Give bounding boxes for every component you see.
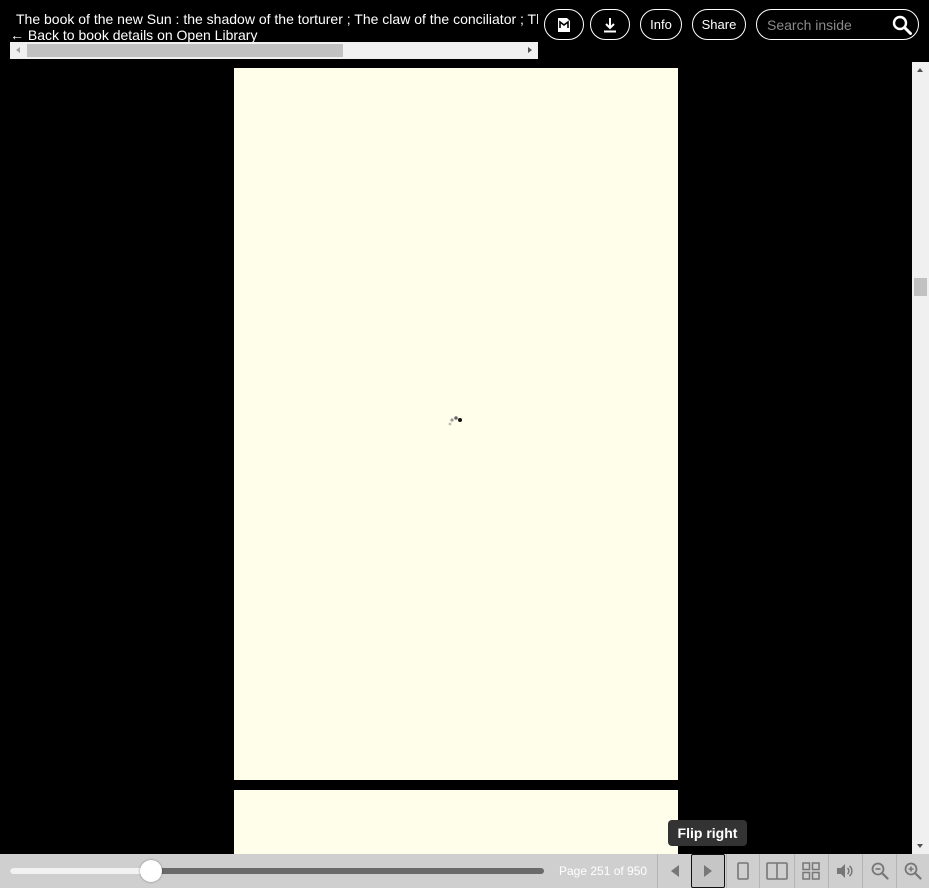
horizontal-scrollbar-thumb[interactable]: [27, 44, 343, 57]
vertical-scrollbar[interactable]: [912, 62, 929, 854]
read-aloud-icon: [837, 864, 853, 878]
download-icon: [604, 17, 616, 32]
page-number-label: Page 251 of 950: [559, 864, 648, 878]
scroll-left-arrow-icon[interactable]: [10, 42, 27, 59]
scroll-right-arrow-icon[interactable]: [521, 42, 538, 59]
flip-left-icon: [671, 865, 679, 877]
two-page-view-button[interactable]: [760, 854, 794, 888]
back-to-book-details-link[interactable]: ← Back to book details on Open Library: [10, 27, 257, 43]
zoom-in-button[interactable]: [896, 854, 929, 888]
scroll-down-arrow-icon[interactable]: [912, 837, 929, 854]
search-icon[interactable]: [892, 15, 912, 35]
search-input[interactable]: [767, 15, 885, 35]
flip-right-tooltip: Flip right: [668, 820, 747, 846]
page-slider-progress: [10, 868, 152, 874]
flip-left-button[interactable]: [658, 854, 692, 888]
read-aloud-button[interactable]: [828, 854, 862, 888]
horizontal-scrollbar[interactable]: [10, 42, 538, 59]
info-button[interactable]: Info: [640, 9, 682, 40]
download-button[interactable]: [590, 9, 630, 40]
zoom-out-icon: [871, 862, 889, 880]
thumbnail-view-button[interactable]: [794, 854, 828, 888]
flip-right-button[interactable]: [691, 854, 725, 888]
reader-toolbar: Page 251 of 950: [0, 854, 929, 888]
search-inside-box[interactable]: [756, 9, 919, 40]
vertical-scrollbar-thumb[interactable]: [914, 278, 927, 296]
header-title-area: The book of the new Sun : the shadow of …: [10, 8, 538, 59]
book-page-next[interactable]: [234, 790, 678, 854]
two-page-view-icon: [766, 862, 788, 880]
flip-right-icon: [704, 865, 712, 877]
bookmark-page-icon: [558, 17, 570, 32]
zoom-in-icon: [904, 862, 922, 880]
loading-spinner-icon: [448, 416, 462, 426]
share-button[interactable]: Share: [692, 9, 746, 40]
bookmark-page-button[interactable]: [544, 9, 584, 40]
scroll-up-arrow-icon[interactable]: [912, 62, 929, 79]
one-page-view-button[interactable]: [726, 854, 760, 888]
page-slider-handle[interactable]: [140, 860, 163, 882]
thumbnail-view-icon: [802, 862, 820, 880]
book-title: The book of the new Sun : the shadow of …: [16, 11, 538, 27]
one-page-view-icon: [737, 862, 749, 880]
zoom-out-button[interactable]: [863, 854, 897, 888]
